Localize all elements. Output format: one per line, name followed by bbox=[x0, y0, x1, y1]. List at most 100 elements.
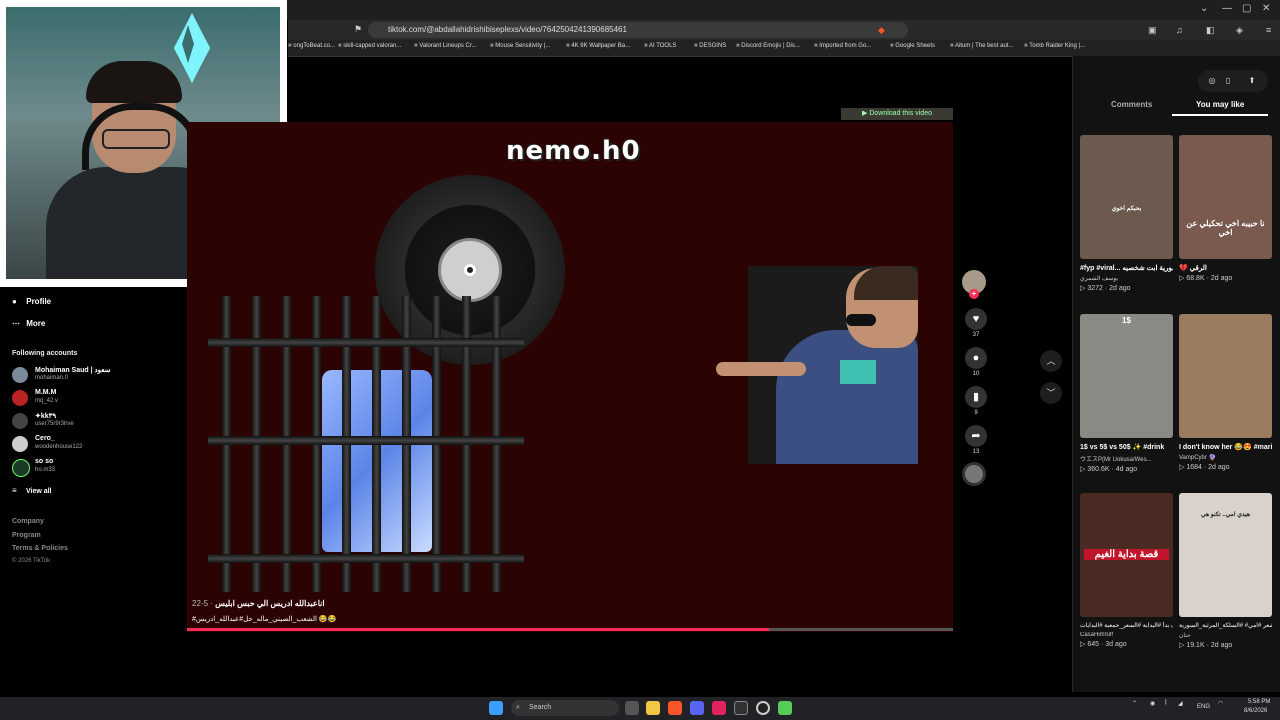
discord-icon[interactable] bbox=[690, 701, 704, 715]
card-views: 645 bbox=[1087, 641, 1100, 648]
account-name: so so bbox=[35, 458, 54, 465]
bookmark-item[interactable]: Tomb Raider King |... bbox=[1024, 43, 1085, 49]
maximize-icon[interactable]: ▢ bbox=[1242, 3, 1251, 14]
follow-plus-button[interactable]: + bbox=[969, 289, 979, 299]
previous-video-button[interactable]: ︿ bbox=[1040, 350, 1062, 372]
card-user: يوسف الشمري bbox=[1080, 276, 1118, 282]
bookmark-item[interactable]: Aitum | The best aut... bbox=[950, 43, 1013, 49]
share-count: 13 bbox=[972, 449, 980, 455]
windows-start-icon[interactable] bbox=[489, 701, 503, 715]
brave-browser-icon[interactable] bbox=[668, 701, 682, 715]
active-tab-indicator bbox=[1172, 114, 1268, 116]
video-thumbnail: بحبكم اخوي bbox=[1080, 135, 1173, 259]
brave-shield-icon[interactable]: ◆ bbox=[878, 25, 885, 36]
following-account[interactable]: so so ho.m33 bbox=[12, 457, 172, 477]
recommended-video-card[interactable]: I don't know her 😂😍 #mariahcarey... Vamp… bbox=[1179, 314, 1272, 471]
wifi-icon[interactable]: ◠ bbox=[1218, 700, 1223, 707]
tab-comments[interactable]: Comments bbox=[1111, 100, 1152, 109]
avatar bbox=[12, 436, 28, 452]
account-name: Cero_ bbox=[35, 435, 55, 442]
sidebar-item-profile[interactable]: ● Profile bbox=[12, 297, 51, 306]
footer-program[interactable]: Program bbox=[12, 532, 41, 539]
obs-icon[interactable] bbox=[756, 701, 770, 715]
comment-button[interactable]: ● 10 bbox=[962, 347, 990, 377]
following-heading: Following accounts bbox=[12, 350, 78, 357]
download-video-button[interactable]: ▶ Download this video bbox=[841, 108, 953, 120]
speaker-icon[interactable]: ◢ bbox=[1178, 700, 1183, 707]
taskbar-search[interactable]: ⌕ Search bbox=[511, 700, 619, 716]
next-video-button[interactable]: ﹀ bbox=[1040, 382, 1062, 404]
footer-company[interactable]: Company bbox=[12, 518, 44, 525]
save-count: 9 bbox=[974, 410, 978, 416]
network-icon[interactable]: ◉ bbox=[1150, 700, 1155, 707]
following-account[interactable]: M.M.M mq_42.v bbox=[12, 388, 172, 408]
card-title: 1$ vs 5$ vs 50$ ✨ #drink bbox=[1080, 444, 1165, 451]
app-icon[interactable] bbox=[712, 701, 726, 715]
thumbnail-text: بحبكم اخوي bbox=[1111, 206, 1142, 212]
bookmark-item[interactable]: Mouse Sensitivity |... bbox=[490, 43, 550, 49]
media-icon[interactable]: ♫ bbox=[1176, 25, 1183, 35]
url-field[interactable]: tiktok.com/@abdallahidrishibiseplexs/vid… bbox=[368, 22, 908, 38]
bookmark-item[interactable]: 4K 8K Wallpaper Ba... bbox=[566, 43, 630, 49]
following-account[interactable]: ✦kk٣٩ user75r9r3lrve bbox=[12, 411, 172, 431]
recommended-video-card[interactable]: نا حبيبه اخي تحكيلي عن اخي 💔 الرقي ▷ 68.… bbox=[1179, 135, 1272, 282]
card-age: 2d ago bbox=[1210, 642, 1233, 649]
card-title: قصات_شعر #امي# #السلكة_المرئية_السورية bbox=[1179, 623, 1272, 629]
bookmark-item[interactable]: Discord Emojis | Dis... bbox=[736, 43, 800, 49]
bookmark-item[interactable]: AI TOOLS bbox=[644, 43, 676, 49]
following-account[interactable]: Cero_ woodenhouse122 bbox=[12, 434, 172, 454]
like-button[interactable]: ♥ 37 bbox=[962, 308, 990, 338]
clock-time[interactable]: 5:58 PM bbox=[1248, 699, 1270, 705]
card-views: 68.8K bbox=[1186, 275, 1205, 282]
upload-icon[interactable]: ⬆ bbox=[1246, 75, 1258, 87]
bookmark-item[interactable]: skill-capped valoran... bbox=[338, 43, 401, 49]
footer-copyright: © 2026 TikTok bbox=[12, 558, 51, 564]
save-button[interactable]: ▮ 9 bbox=[962, 386, 990, 416]
bookmark-item[interactable]: Imported from Go... bbox=[814, 43, 871, 49]
chevron-down-icon: ﹀ bbox=[1046, 388, 1056, 398]
share-button[interactable]: ➦ 13 bbox=[962, 425, 990, 455]
music-disc-icon[interactable] bbox=[962, 462, 986, 486]
jail-bars bbox=[208, 296, 524, 596]
task-view-icon[interactable] bbox=[625, 701, 639, 715]
card-meta: ▷ 3272 · 2d ago bbox=[1080, 285, 1131, 292]
sidebar-toggle-icon[interactable]: ◧ bbox=[1206, 25, 1215, 36]
following-account[interactable]: Mohaiman Saud | سعود mohaiman.0 bbox=[12, 365, 172, 385]
extensions-icon[interactable]: ▣ bbox=[1148, 25, 1157, 36]
close-icon[interactable]: ✕ bbox=[1262, 3, 1270, 14]
clock-date[interactable]: 8/6/2026 bbox=[1244, 708, 1267, 714]
comment-count: 10 bbox=[972, 371, 980, 377]
glasses bbox=[102, 129, 170, 149]
phone-icon[interactable]: ▯ bbox=[1222, 75, 1234, 87]
footer-terms[interactable]: Terms & Policies bbox=[12, 545, 68, 552]
tiktok-app-icon[interactable] bbox=[734, 701, 748, 715]
video-hashtags[interactable]: #الشعب_الصيني_ماله_حل#عبدالله_ادريس 😂😂 bbox=[192, 615, 336, 623]
card-age: 2d ago bbox=[1208, 464, 1230, 471]
bookmark-item[interactable]: ongToBeat.co... bbox=[288, 43, 335, 49]
app-icon[interactable] bbox=[778, 701, 792, 715]
bookmark-item[interactable]: DESGINS bbox=[694, 43, 726, 49]
list-icon: ≡ bbox=[12, 486, 17, 495]
bluetooth-icon[interactable]: ᛒ bbox=[1164, 700, 1168, 706]
recommended-video-card[interactable]: قصة بداية الغيم الغيم كيف بدأ #البداية #… bbox=[1080, 493, 1173, 648]
tray-chevron-icon[interactable]: ⌃ bbox=[1132, 700, 1137, 707]
recommended-video-card[interactable]: هيدي امي.. تكنو هي قصات_شعر #امي# #السلك… bbox=[1179, 493, 1272, 649]
language-indicator[interactable]: ENG bbox=[1197, 704, 1210, 710]
bookmark-item[interactable]: Valorant Lineups Cr... bbox=[414, 43, 476, 49]
tab-you-may-like[interactable]: You may like bbox=[1196, 100, 1244, 109]
file-explorer-icon[interactable] bbox=[646, 701, 660, 715]
wallet-icon[interactable]: ◈ bbox=[1236, 25, 1243, 36]
recommended-video-card[interactable]: 1$ 1$ vs 5$ vs 50$ ✨ #drink ウエスP(Mr Uoku… bbox=[1080, 314, 1173, 473]
card-age: 3d ago bbox=[1105, 641, 1127, 648]
bookmark-icon[interactable]: ⚑ bbox=[354, 24, 362, 35]
sidebar-item-more[interactable]: ⋯ More bbox=[12, 319, 45, 328]
recommended-video-card[interactable]: بحبكم اخوي #fyp #viral... ايضن ويبيمورية… bbox=[1080, 135, 1173, 292]
avatar bbox=[12, 459, 30, 477]
view-all-link[interactable]: ≡ View all bbox=[12, 486, 52, 495]
chevron-down-icon[interactable]: ⌄ bbox=[1200, 3, 1208, 14]
video-progress-bar[interactable] bbox=[187, 628, 953, 631]
bookmark-item[interactable]: Google Sheets bbox=[890, 43, 935, 49]
minimize-icon[interactable]: — bbox=[1222, 3, 1232, 14]
compass-icon[interactable]: ◎ bbox=[1206, 75, 1218, 87]
menu-icon[interactable]: ≡ bbox=[1266, 25, 1271, 35]
